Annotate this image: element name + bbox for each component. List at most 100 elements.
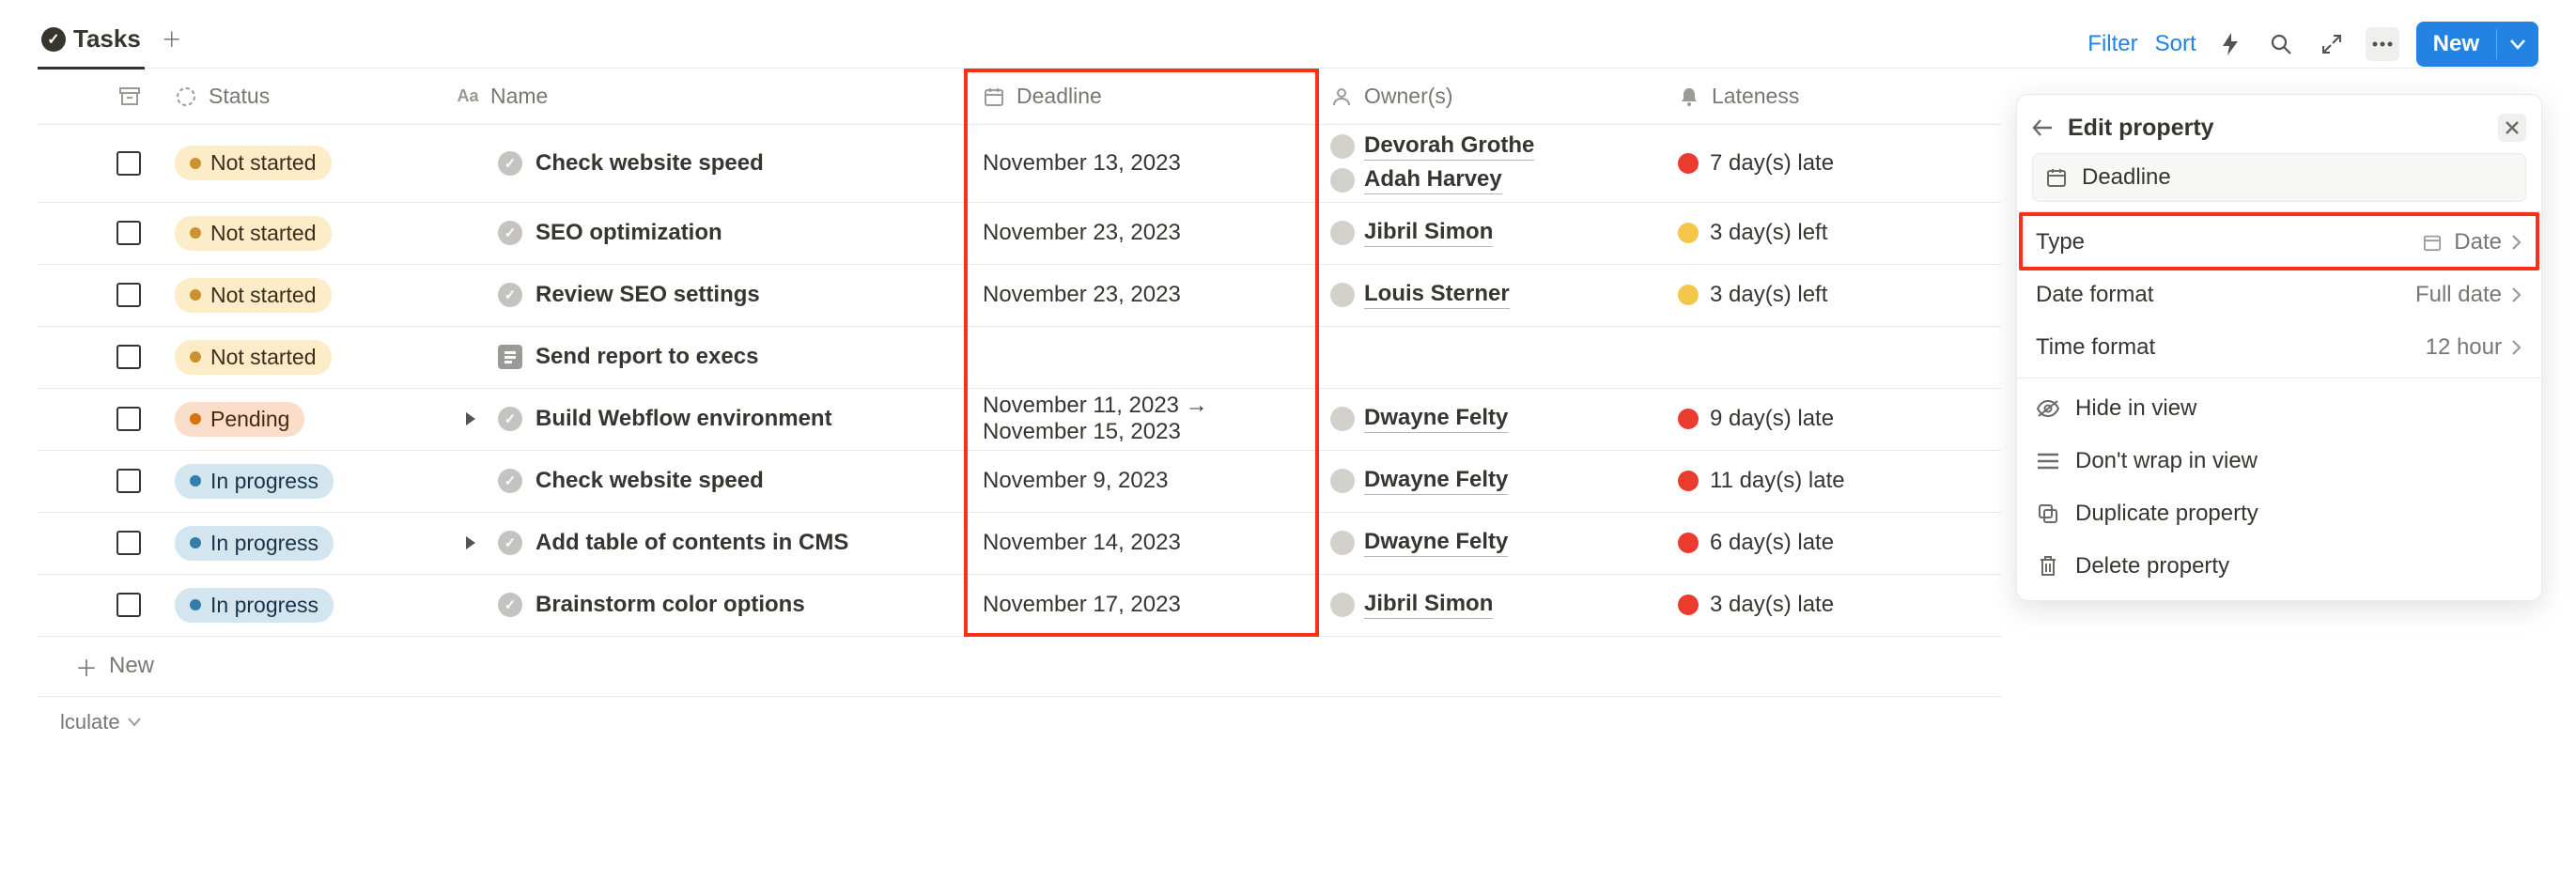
table-row[interactable]: In progress✓Brainstorm color optionsNove… [38, 575, 2001, 637]
add-row-button[interactable]: ＋ New [38, 637, 2001, 697]
search-icon[interactable] [2264, 27, 2298, 61]
calculate-dropdown[interactable]: lculate [38, 697, 141, 734]
expand-toggle-icon[interactable] [457, 411, 485, 426]
list-icon [2036, 449, 2060, 473]
archive-icon[interactable] [118, 85, 141, 108]
deadline-value: November 23, 2023 [983, 282, 1181, 308]
owner-chip[interactable]: Louis Sterner [1330, 281, 1510, 309]
owner-chip[interactable]: Devorah Grothe [1330, 132, 1534, 161]
plus-icon: ＋ [75, 650, 98, 683]
panel-row-date-format[interactable]: Date format Full date [2017, 269, 2541, 321]
expand-toggle-icon[interactable] [457, 535, 485, 550]
status-label: Not started [210, 345, 317, 370]
expand-icon[interactable] [2315, 27, 2349, 61]
column-header-lateness[interactable]: Lateness [1663, 69, 2001, 124]
sort-button[interactable]: Sort [2155, 31, 2196, 57]
more-icon[interactable] [2366, 27, 2399, 61]
avatar [1330, 168, 1355, 193]
status-pill[interactable]: In progress [175, 464, 334, 499]
action-label: Hide in view [2075, 395, 2196, 422]
panel-row-time-format[interactable]: Time format 12 hour [2017, 321, 2541, 374]
property-name-input-wrap[interactable] [2032, 153, 2526, 202]
check-circle-icon: ✓ [498, 283, 522, 307]
row-checkbox[interactable] [116, 531, 141, 555]
owner-name: Dwayne Felty [1364, 467, 1508, 495]
status-pill[interactable]: Pending [175, 402, 304, 437]
task-name: Check website speed [535, 150, 764, 177]
owner-chip[interactable]: Adah Harvey [1330, 166, 1502, 194]
row-checkbox[interactable] [116, 407, 141, 431]
text-icon: Aa [457, 85, 479, 108]
column-header-label: Lateness [1712, 84, 1799, 109]
owner-chip[interactable]: Jibril Simon [1330, 591, 1493, 619]
row-checkbox[interactable] [116, 593, 141, 617]
status-label: In progress [210, 593, 318, 618]
lateness-dot-icon [1678, 223, 1699, 243]
column-header-deadline[interactable]: Deadline [968, 69, 1315, 124]
status-pill[interactable]: In progress [175, 588, 334, 623]
table-row[interactable]: Pending✓Build Webflow environmentNovembe… [38, 389, 2001, 451]
chevron-down-icon [128, 718, 141, 727]
status-label: In progress [210, 531, 318, 556]
row-label: Date format [2036, 282, 2153, 308]
lightning-icon[interactable] [2213, 27, 2247, 61]
check-circle-icon: ✓ [498, 593, 522, 617]
column-header-label: Name [490, 84, 548, 109]
lateness-text: 9 day(s) late [1710, 406, 1834, 432]
row-checkbox[interactable] [116, 283, 141, 307]
deadline-value: November 11, 2023 → November 15, 2023 [983, 393, 1208, 445]
task-name: Send report to execs [535, 344, 758, 370]
status-pill[interactable]: Not started [175, 278, 332, 313]
tab-tasks[interactable]: ✓ Tasks [38, 19, 145, 70]
column-header-name[interactable]: Aa Name [442, 69, 968, 124]
filter-button[interactable]: Filter [2087, 31, 2137, 57]
row-checkbox[interactable] [116, 221, 141, 245]
status-dot-icon [190, 599, 201, 610]
panel-row-type[interactable]: Type Date [2017, 216, 2541, 269]
add-tab-button[interactable]: ＋ [162, 23, 182, 65]
table-row[interactable]: In progress✓Add table of contents in CMS… [38, 513, 2001, 575]
table-row[interactable]: Not started ✓ Review SEO settings November … [38, 265, 2001, 327]
calendar-icon [2420, 230, 2444, 255]
panel-title: Edit property [2068, 115, 2214, 142]
new-button[interactable]: New [2416, 22, 2538, 67]
table-row[interactable]: In progress✓Check website speedNovember … [38, 451, 2001, 513]
column-header-owners[interactable]: Owner(s) [1315, 69, 1663, 124]
owner-chip[interactable]: Dwayne Felty [1330, 529, 1508, 557]
task-name: Review SEO settings [535, 282, 760, 308]
panel-action-delete[interactable]: Delete property [2017, 540, 2541, 593]
tab-label: Tasks [73, 24, 141, 54]
template-icon [498, 345, 522, 369]
table-row[interactable]: Not started✓Check website speedNovember … [38, 125, 2001, 203]
owner-chip[interactable]: Dwayne Felty [1330, 467, 1508, 495]
avatar [1330, 531, 1355, 555]
status-pill[interactable]: Not started [175, 216, 332, 251]
owner-chip[interactable]: Jibril Simon [1330, 219, 1493, 247]
status-pill[interactable]: Not started [175, 146, 332, 180]
close-icon[interactable] [2498, 114, 2526, 142]
panel-action-hide[interactable]: Hide in view [2017, 382, 2541, 435]
row-checkbox[interactable] [116, 151, 141, 176]
check-circle-icon: ✓ [498, 151, 522, 176]
check-circle-icon: ✓ [498, 407, 522, 431]
property-name-input[interactable] [2080, 163, 2512, 192]
deadline-value: November 14, 2023 [983, 530, 1181, 556]
back-icon[interactable] [2032, 118, 2053, 137]
column-header-status[interactable]: Status [160, 69, 442, 124]
panel-action-duplicate[interactable]: Duplicate property [2017, 487, 2541, 540]
status-pill[interactable]: In progress [175, 526, 334, 561]
table-row[interactable]: Not started✓SEO optimizationNovember 23,… [38, 203, 2001, 265]
table-row[interactable]: Not started Send report to execs [38, 327, 2001, 389]
owner-chip[interactable]: Dwayne Felty [1330, 405, 1508, 433]
task-name: Add table of contents in CMS [535, 530, 848, 556]
action-label: Delete property [2075, 553, 2229, 579]
panel-action-nowrap[interactable]: Don't wrap in view [2017, 435, 2541, 487]
row-checkbox[interactable] [116, 345, 141, 369]
row-value: Full date [2415, 282, 2502, 308]
status-dot-icon [190, 475, 201, 487]
status-pill[interactable]: Not started [175, 340, 332, 375]
task-name: SEO optimization [535, 220, 722, 246]
owner-name: Devorah Grothe [1364, 132, 1534, 161]
row-checkbox[interactable] [116, 469, 141, 493]
chevron-down-icon[interactable] [2496, 29, 2538, 59]
